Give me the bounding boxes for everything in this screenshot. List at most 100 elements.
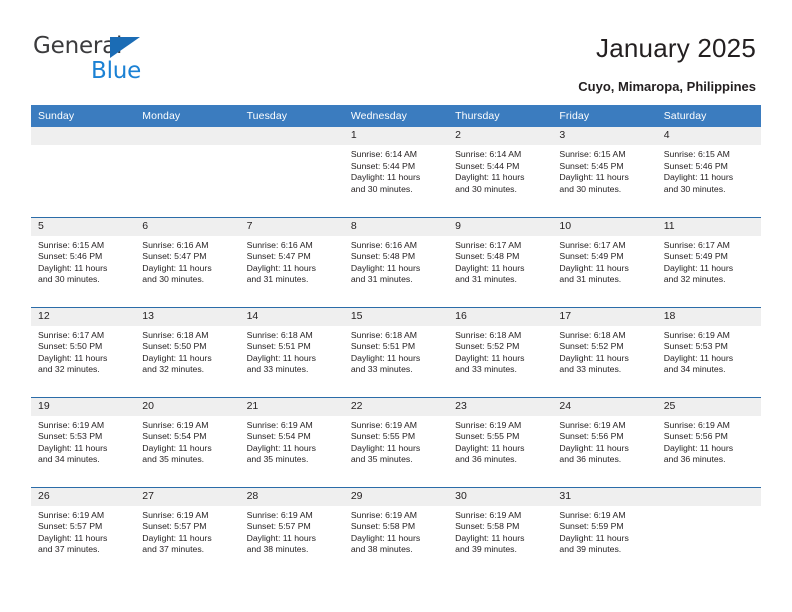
day-cell[interactable]: 4 Sunrise: 6:15 AM Sunset: 5:46 PM Dayli…	[656, 127, 761, 218]
day-cell[interactable]: 1 Sunrise: 6:14 AM Sunset: 5:44 PM Dayli…	[343, 127, 449, 218]
daylight-line-2: and 31 minutes.	[455, 274, 517, 285]
day-cell[interactable]: 18 Sunrise: 6:19 AM Sunset: 5:53 PM Dayl…	[656, 307, 761, 398]
day-cell[interactable]: 28 Sunrise: 6:19 AM Sunset: 5:57 PM Dayl…	[239, 487, 344, 577]
day-details: Sunrise: 6:14 AM Sunset: 5:44 PM Dayligh…	[448, 145, 552, 195]
sunset-line: Sunset: 5:52 PM	[455, 341, 520, 352]
sunset-line: Sunset: 5:53 PM	[38, 431, 103, 442]
day-number	[135, 127, 240, 145]
day-cell[interactable]: 31 Sunrise: 6:19 AM Sunset: 5:59 PM Dayl…	[552, 487, 657, 577]
calendar-body: 1 Sunrise: 6:14 AM Sunset: 5:44 PM Dayli…	[31, 127, 761, 577]
day-cell[interactable]: 15 Sunrise: 6:18 AM Sunset: 5:51 PM Dayl…	[343, 307, 449, 398]
day-cell[interactable]: 10 Sunrise: 6:17 AM Sunset: 5:49 PM Dayl…	[552, 217, 657, 308]
day-cell[interactable]: 9 Sunrise: 6:17 AM Sunset: 5:48 PM Dayli…	[448, 217, 553, 308]
day-details	[657, 506, 761, 510]
sunset-line: Sunset: 5:53 PM	[663, 341, 728, 352]
sunrise-line: Sunrise: 6:19 AM	[350, 419, 418, 430]
day-details: Sunrise: 6:17 AM Sunset: 5:49 PM Dayligh…	[657, 236, 761, 286]
day-cell[interactable]: 16 Sunrise: 6:18 AM Sunset: 5:52 PM Dayl…	[448, 307, 553, 398]
day-cell[interactable]: 24 Sunrise: 6:19 AM Sunset: 5:56 PM Dayl…	[552, 397, 657, 488]
day-cell[interactable]: 14 Sunrise: 6:18 AM Sunset: 5:51 PM Dayl…	[239, 307, 344, 398]
day-details	[31, 145, 135, 149]
day-details: Sunrise: 6:19 AM Sunset: 5:57 PM Dayligh…	[135, 506, 239, 556]
day-number: 13	[135, 307, 240, 326]
day-number	[31, 127, 136, 145]
day-details: Sunrise: 6:18 AM Sunset: 5:52 PM Dayligh…	[552, 326, 656, 376]
day-cell[interactable]: 5 Sunrise: 6:15 AM Sunset: 5:46 PM Dayli…	[31, 217, 136, 308]
daylight-line-2: and 30 minutes.	[559, 183, 622, 194]
day-cell[interactable]: 2 Sunrise: 6:14 AM Sunset: 5:44 PM Dayli…	[448, 127, 553, 218]
daylight-line-2: and 36 minutes.	[663, 454, 726, 465]
day-cell[interactable]: 30 Sunrise: 6:19 AM Sunset: 5:58 PM Dayl…	[448, 487, 553, 577]
column-header-thursday: Thursday	[448, 105, 553, 127]
daylight-line-1: Daylight: 11 hours	[246, 442, 316, 453]
daylight-line-1: Daylight: 11 hours	[246, 352, 316, 363]
sunset-line: Sunset: 5:48 PM	[455, 251, 520, 262]
column-header-saturday: Saturday	[656, 105, 761, 127]
column-header-wednesday: Wednesday	[343, 105, 449, 127]
day-cell[interactable]	[239, 127, 344, 218]
sunset-line: Sunset: 5:44 PM	[350, 160, 416, 171]
day-cell[interactable]: 23 Sunrise: 6:19 AM Sunset: 5:55 PM Dayl…	[448, 397, 553, 488]
daylight-line-1: Daylight: 11 hours	[663, 442, 734, 453]
day-details: Sunrise: 6:18 AM Sunset: 5:52 PM Dayligh…	[448, 326, 552, 376]
day-cell[interactable]: 6 Sunrise: 6:16 AM Sunset: 5:47 PM Dayli…	[135, 217, 240, 308]
general-blue-logo[interactable]: General Blue	[33, 33, 253, 85]
daylight-line-1: Daylight: 11 hours	[455, 442, 525, 453]
sunrise-line: Sunrise: 6:19 AM	[142, 419, 209, 430]
sunrise-line: Sunrise: 6:19 AM	[246, 419, 313, 430]
day-details: Sunrise: 6:19 AM Sunset: 5:58 PM Dayligh…	[344, 506, 448, 556]
sunrise-line: Sunrise: 6:19 AM	[246, 509, 313, 520]
sunset-line: Sunset: 5:50 PM	[38, 341, 103, 352]
day-cell[interactable]: 3 Sunrise: 6:15 AM Sunset: 5:45 PM Dayli…	[552, 127, 657, 218]
daylight-line-2: and 30 minutes.	[142, 274, 205, 285]
day-cell[interactable]: 20 Sunrise: 6:19 AM Sunset: 5:54 PM Dayl…	[135, 397, 240, 488]
daylight-line-1: Daylight: 11 hours	[350, 442, 421, 453]
day-number: 18	[656, 307, 761, 326]
sunset-line: Sunset: 5:56 PM	[559, 431, 624, 442]
daylight-line-1: Daylight: 11 hours	[559, 262, 629, 273]
sunset-line: Sunset: 5:56 PM	[663, 431, 728, 442]
daylight-line-1: Daylight: 11 hours	[663, 172, 734, 183]
day-cell[interactable]	[135, 127, 240, 218]
day-details: Sunrise: 6:15 AM Sunset: 5:45 PM Dayligh…	[552, 145, 656, 195]
daylight-line-2: and 32 minutes.	[663, 274, 726, 285]
daylight-line-1: Daylight: 11 hours	[38, 532, 108, 543]
daylight-line-2: and 33 minutes.	[246, 364, 309, 375]
day-details	[135, 145, 239, 149]
daylight-line-1: Daylight: 11 hours	[350, 172, 421, 183]
day-cell[interactable]	[656, 487, 761, 577]
day-cell[interactable]: 7 Sunrise: 6:16 AM Sunset: 5:47 PM Dayli…	[239, 217, 344, 308]
day-cell[interactable]: 26 Sunrise: 6:19 AM Sunset: 5:57 PM Dayl…	[31, 487, 136, 577]
sunrise-line: Sunrise: 6:17 AM	[559, 239, 626, 250]
day-cell[interactable]: 21 Sunrise: 6:19 AM Sunset: 5:54 PM Dayl…	[239, 397, 344, 488]
daylight-line-1: Daylight: 11 hours	[142, 262, 212, 273]
calendar-page: General Blue January 2025 Cuyo, Mimaropa…	[0, 0, 792, 612]
day-cell[interactable]: 19 Sunrise: 6:19 AM Sunset: 5:53 PM Dayl…	[31, 397, 136, 488]
daylight-line-1: Daylight: 11 hours	[38, 262, 108, 273]
day-cell[interactable]: 17 Sunrise: 6:18 AM Sunset: 5:52 PM Dayl…	[552, 307, 657, 398]
sunrise-line: Sunrise: 6:19 AM	[559, 419, 626, 430]
day-number: 29	[343, 487, 449, 506]
day-cell[interactable]: 11 Sunrise: 6:17 AM Sunset: 5:49 PM Dayl…	[656, 217, 761, 308]
day-cell[interactable]: 27 Sunrise: 6:19 AM Sunset: 5:57 PM Dayl…	[135, 487, 240, 577]
sunrise-line: Sunrise: 6:16 AM	[246, 239, 313, 250]
daylight-line-1: Daylight: 11 hours	[350, 532, 421, 543]
day-cell[interactable]	[31, 127, 136, 218]
day-cell[interactable]: 8 Sunrise: 6:16 AM Sunset: 5:48 PM Dayli…	[343, 217, 449, 308]
sunrise-line: Sunrise: 6:19 AM	[455, 509, 522, 520]
daylight-line-1: Daylight: 11 hours	[559, 352, 629, 363]
day-cell[interactable]: 22 Sunrise: 6:19 AM Sunset: 5:55 PM Dayl…	[343, 397, 449, 488]
daylight-line-2: and 36 minutes.	[559, 454, 622, 465]
sunrise-line: Sunrise: 6:19 AM	[455, 419, 522, 430]
day-cell[interactable]: 13 Sunrise: 6:18 AM Sunset: 5:50 PM Dayl…	[135, 307, 240, 398]
day-details: Sunrise: 6:17 AM Sunset: 5:50 PM Dayligh…	[31, 326, 135, 376]
day-cell[interactable]: 25 Sunrise: 6:19 AM Sunset: 5:56 PM Dayl…	[656, 397, 761, 488]
day-cell[interactable]: 12 Sunrise: 6:17 AM Sunset: 5:50 PM Dayl…	[31, 307, 136, 398]
day-number: 23	[448, 397, 553, 416]
day-details: Sunrise: 6:18 AM Sunset: 5:51 PM Dayligh…	[344, 326, 448, 376]
day-details: Sunrise: 6:19 AM Sunset: 5:57 PM Dayligh…	[240, 506, 344, 556]
daylight-line-1: Daylight: 11 hours	[455, 352, 525, 363]
day-cell[interactable]: 29 Sunrise: 6:19 AM Sunset: 5:58 PM Dayl…	[343, 487, 449, 577]
column-header-monday: Monday	[135, 105, 240, 127]
daylight-line-1: Daylight: 11 hours	[455, 262, 525, 273]
